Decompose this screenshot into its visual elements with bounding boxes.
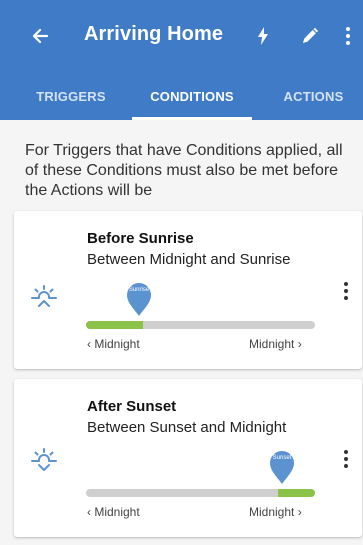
- sunrise-icon: [28, 281, 60, 313]
- tab-indicator: [132, 117, 252, 120]
- marker-label: Sunrise: [128, 287, 150, 293]
- back-arrow-icon[interactable]: [24, 18, 56, 54]
- right-range-label: Midnight ›: [249, 337, 302, 351]
- flash-icon[interactable]: [247, 18, 279, 54]
- more-vert-icon[interactable]: [340, 279, 352, 303]
- tab-label-triggers: TRIGGERS: [36, 88, 106, 104]
- time-range-track[interactable]: [86, 489, 315, 497]
- toolbar: Arriving Home: [0, 0, 363, 72]
- conditions-intro-text: For Triggers that have Conditions applie…: [25, 142, 343, 199]
- left-range-label: ‹ Midnight: [87, 337, 140, 351]
- marker-label: Sunset: [272, 455, 292, 461]
- sunset-marker[interactable]: Sunset: [265, 446, 299, 486]
- tab-conditions[interactable]: CONDITIONS: [132, 72, 252, 120]
- more-vert-icon[interactable]: [336, 18, 360, 54]
- sunrise-marker[interactable]: Sunrise: [122, 278, 156, 318]
- tab-bar: TRIGGERS CONDITIONS ACTIONS: [0, 72, 363, 120]
- condition-card-after-sunset[interactable]: After Sunset Between Sunset and Midnight…: [14, 379, 362, 537]
- more-vert-icon[interactable]: [340, 447, 352, 471]
- sunset-icon: [28, 444, 60, 476]
- tab-actions[interactable]: ACTIONS: [264, 72, 363, 120]
- condition-title: Before Sunrise: [87, 230, 194, 247]
- tab-label-actions: ACTIONS: [283, 88, 344, 104]
- right-range-label: Midnight ›: [249, 505, 302, 519]
- tab-triggers[interactable]: TRIGGERS: [15, 72, 127, 120]
- condition-subtitle: Between Midnight and Sunrise: [87, 251, 291, 268]
- page-title: Arriving Home: [84, 23, 224, 45]
- time-range-track[interactable]: [86, 321, 315, 329]
- app-bar: Arriving Home TRIGGERS CONDITIONS ACTION…: [0, 0, 363, 120]
- active-range-fill: [278, 489, 315, 497]
- active-range-fill: [86, 321, 144, 329]
- pencil-icon[interactable]: [294, 18, 326, 54]
- condition-subtitle: Between Sunset and Midnight: [87, 419, 287, 436]
- condition-card-before-sunrise[interactable]: Before Sunrise Between Midnight and Sunr…: [14, 211, 362, 369]
- left-range-label: ‹ Midnight: [87, 505, 140, 519]
- tab-label-conditions: CONDITIONS: [150, 88, 234, 104]
- condition-title: After Sunset: [87, 398, 177, 415]
